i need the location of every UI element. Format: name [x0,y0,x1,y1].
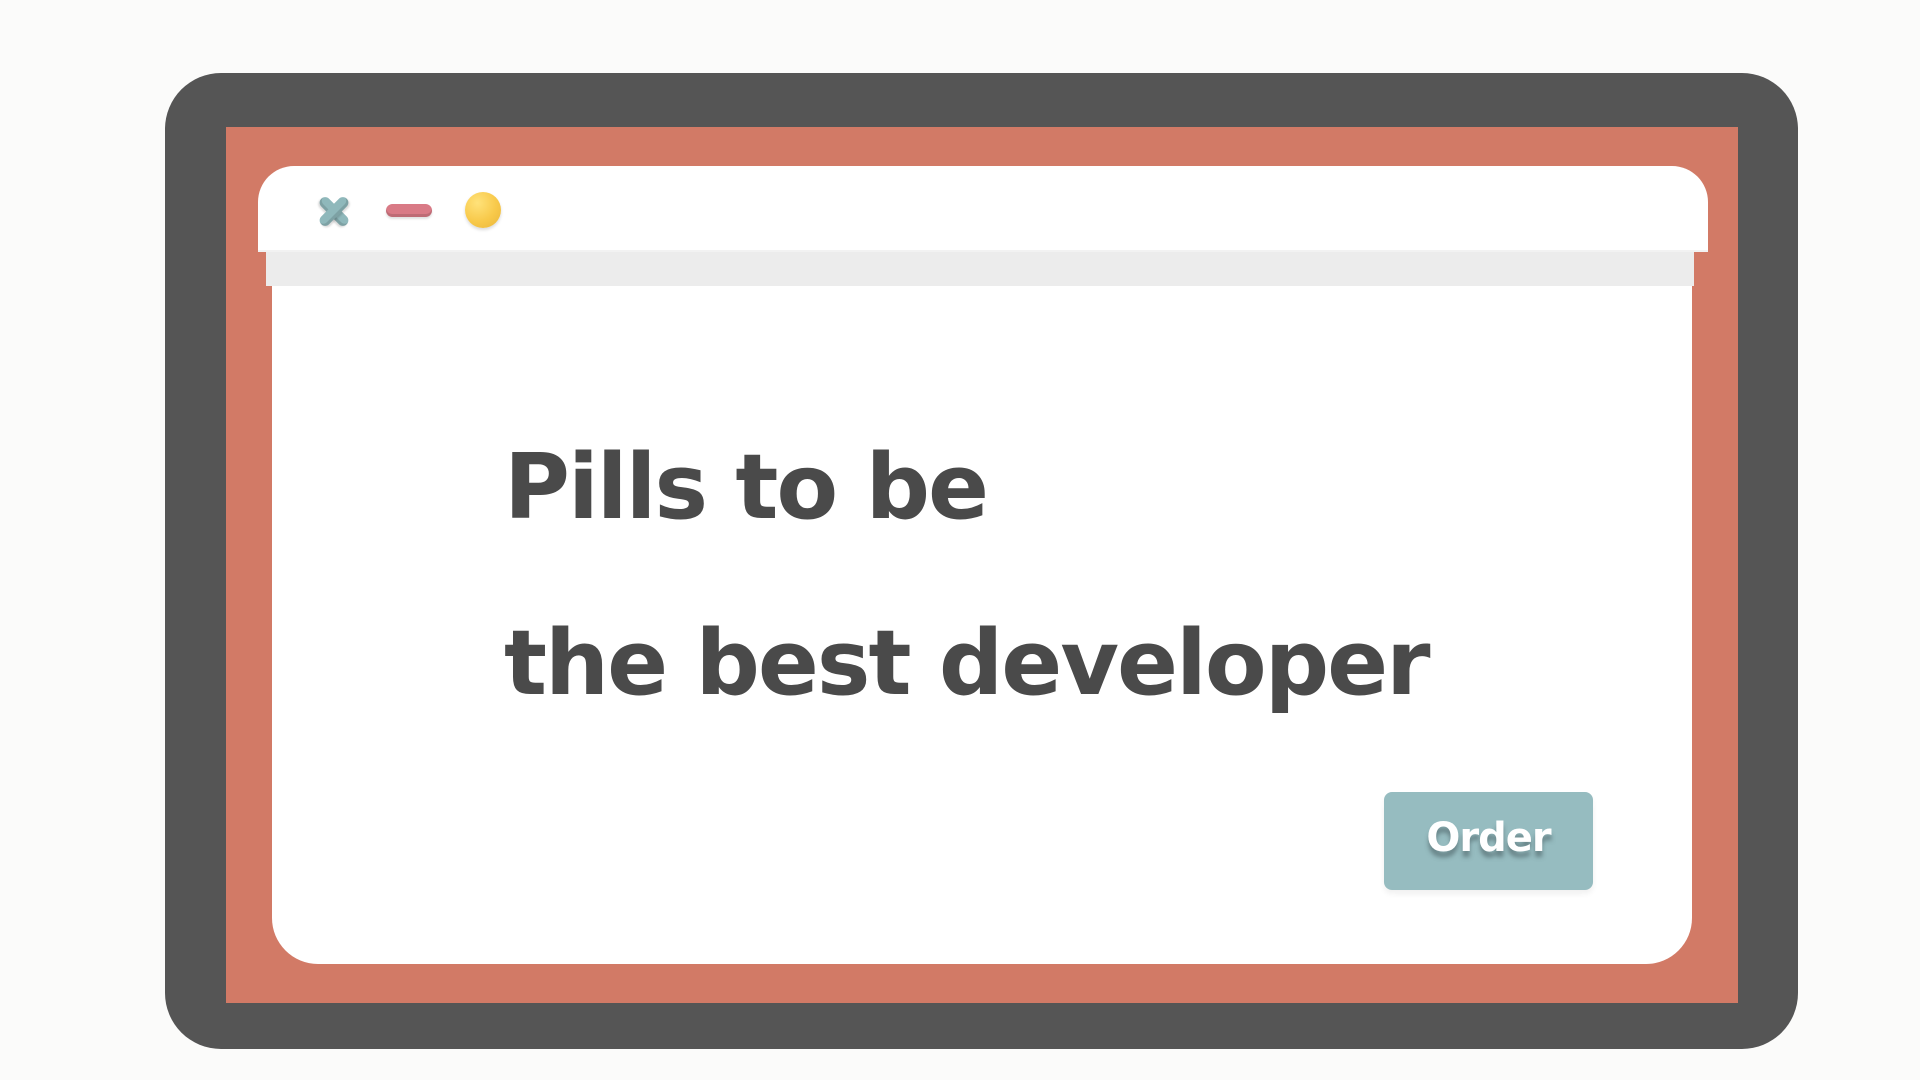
stage: Pills to be the best developer Order [0,0,1920,1080]
maximize-icon[interactable] [465,192,501,228]
minimize-icon[interactable] [386,204,432,217]
titlebar-divider [266,252,1694,286]
close-icon[interactable] [312,190,356,234]
headline-line-1: Pills to be [504,435,989,540]
headline-line-2: the best developer [504,611,1431,716]
order-button[interactable]: Order [1384,792,1593,890]
headline: Pills to be the best developer [504,400,1431,752]
